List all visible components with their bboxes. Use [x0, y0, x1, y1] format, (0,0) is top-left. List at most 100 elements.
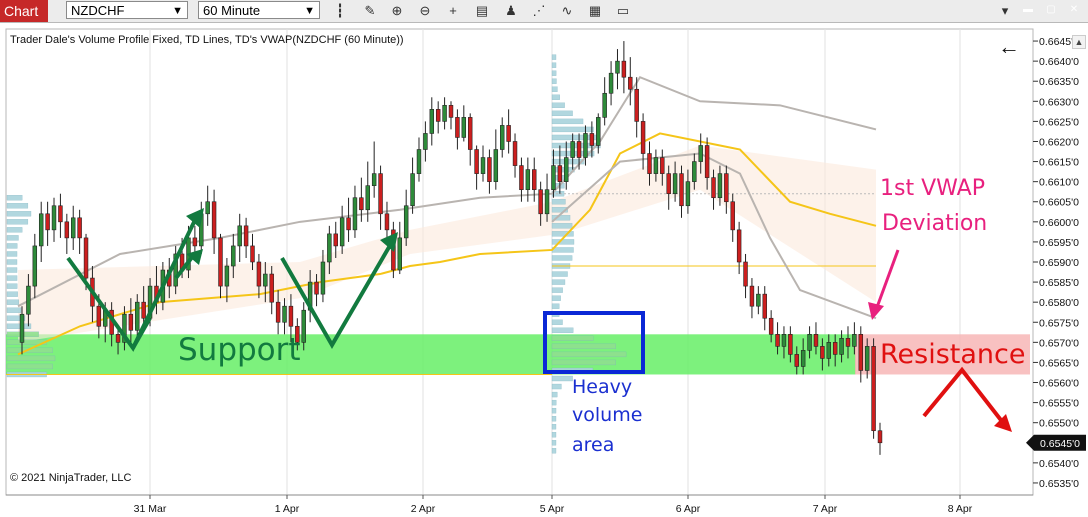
candle-body — [679, 173, 684, 207]
back-arrow-icon[interactable]: ← — [998, 36, 1020, 58]
candle-body — [205, 201, 210, 215]
candle-body — [660, 157, 665, 174]
candle-body — [532, 169, 537, 190]
candle-body — [45, 213, 50, 231]
candle-body — [570, 141, 575, 158]
candle-body — [788, 334, 793, 355]
candle-body — [211, 201, 217, 239]
support-label: Support — [178, 332, 301, 368]
candle-body — [455, 117, 460, 138]
volume-profile-bar — [551, 327, 574, 333]
candle-body — [218, 237, 223, 287]
volume-profile-bar — [551, 375, 573, 382]
copyright: © 2021 NinjaTrader, LLC — [10, 472, 132, 484]
volume-profile-bar — [551, 448, 557, 454]
candle-body — [749, 285, 755, 307]
candle-body — [327, 233, 332, 263]
resistance-label: Resistance — [880, 339, 1026, 370]
y-tick-label: 0.6600'0 — [1039, 217, 1079, 229]
candle-body — [615, 60, 620, 74]
volume-profile-bar — [551, 383, 562, 390]
volume-profile-bar — [551, 279, 566, 285]
candle-body — [768, 317, 774, 335]
candle-body — [608, 72, 614, 94]
candle-body — [448, 105, 454, 118]
y-tick-label: 0.6620'0 — [1039, 136, 1079, 148]
volume-profile-bar — [551, 319, 563, 325]
candle-body — [282, 305, 287, 323]
candle-body — [352, 197, 358, 231]
candle-body — [423, 133, 428, 150]
x-tick-label: 2 Apr — [411, 503, 436, 515]
y-tick-label: 0.6640'0 — [1039, 56, 1079, 68]
y-tick-label: 0.6535'0 — [1039, 478, 1079, 490]
candle-body — [877, 430, 883, 444]
candle-body — [730, 201, 735, 231]
last-price-label: 0.6545'0 — [1040, 438, 1080, 450]
volume-profile-bar — [551, 231, 574, 237]
scroll-up-icon[interactable]: ▲ — [1072, 35, 1086, 49]
candle-body — [96, 305, 102, 327]
candle-body — [474, 149, 479, 174]
y-tick-label: 0.6540'0 — [1039, 458, 1079, 470]
candle-body — [576, 141, 582, 158]
candle-body — [237, 225, 242, 247]
volume-profile-bar — [551, 351, 627, 358]
volume-profile-bar — [6, 307, 22, 313]
y-tick-label: 0.6570'0 — [1039, 337, 1079, 349]
candle-body — [301, 309, 306, 343]
candle-body — [685, 181, 691, 207]
candle-body — [775, 334, 780, 347]
candle-body — [666, 173, 671, 195]
candle-body — [564, 157, 569, 182]
candle-body — [19, 313, 25, 343]
volume-profile-bar — [551, 94, 560, 100]
y-tick-label: 0.6635'0 — [1039, 76, 1079, 88]
volume-profile-bar — [551, 239, 575, 245]
candle-body — [32, 245, 38, 287]
candle-body — [839, 338, 844, 355]
price-axis: 0.6645'00.6640'00.6635'00.6630'00.6625'0… — [1026, 29, 1088, 501]
candle-body — [826, 342, 831, 359]
candle-body — [544, 189, 550, 215]
candle-body — [813, 334, 819, 347]
candle-body — [852, 334, 857, 347]
candle-body — [647, 153, 652, 174]
candle-body — [442, 105, 447, 122]
candle-body — [410, 173, 415, 207]
candle-body — [858, 334, 864, 371]
volume-profile-bar — [551, 343, 616, 350]
y-tick-label: 0.6615'0 — [1039, 157, 1079, 169]
candle-body — [832, 342, 838, 355]
candle-body — [58, 205, 63, 223]
candle-body — [71, 217, 76, 239]
volume-profile-bar — [551, 391, 558, 398]
chart-canvas[interactable]: Support Resistance 1st VWAP Deviation Heavy v… — [0, 0, 1088, 517]
candle-body — [800, 350, 806, 367]
y-tick-label: 0.6565'0 — [1039, 357, 1079, 369]
volume-profile-bar — [551, 303, 560, 309]
candle-body — [704, 145, 710, 178]
candle-body — [762, 293, 767, 319]
candle-body — [231, 245, 236, 267]
candle-body — [429, 109, 435, 134]
candle-body — [724, 173, 729, 203]
volume-profile-bar — [551, 86, 558, 92]
volume-profile-bar — [551, 223, 573, 229]
time-axis: 31 Mar 1 Apr 2 Apr 5 Apr 6 Apr 7 Apr 8 Apr — [6, 494, 1033, 515]
candle-body — [320, 261, 326, 295]
chart-title: Trader Dale's Volume Profile Fixed, TD L… — [10, 34, 404, 46]
volume-profile-bar — [551, 287, 563, 293]
candle-body — [83, 237, 89, 279]
y-tick-label: 0.6625'0 — [1039, 116, 1079, 128]
y-tick-label: 0.6580'0 — [1039, 297, 1079, 309]
y-tick-label: 0.6575'0 — [1039, 317, 1079, 329]
candle-body — [243, 225, 249, 247]
candle-body — [743, 261, 748, 287]
volume-profile-bar — [6, 275, 18, 281]
candle-body — [487, 157, 492, 182]
y-tick-label: 0.6555'0 — [1039, 398, 1079, 410]
candle-body — [621, 60, 627, 78]
volume-profile-bar — [6, 323, 32, 329]
volume-profile-bar — [551, 335, 594, 341]
